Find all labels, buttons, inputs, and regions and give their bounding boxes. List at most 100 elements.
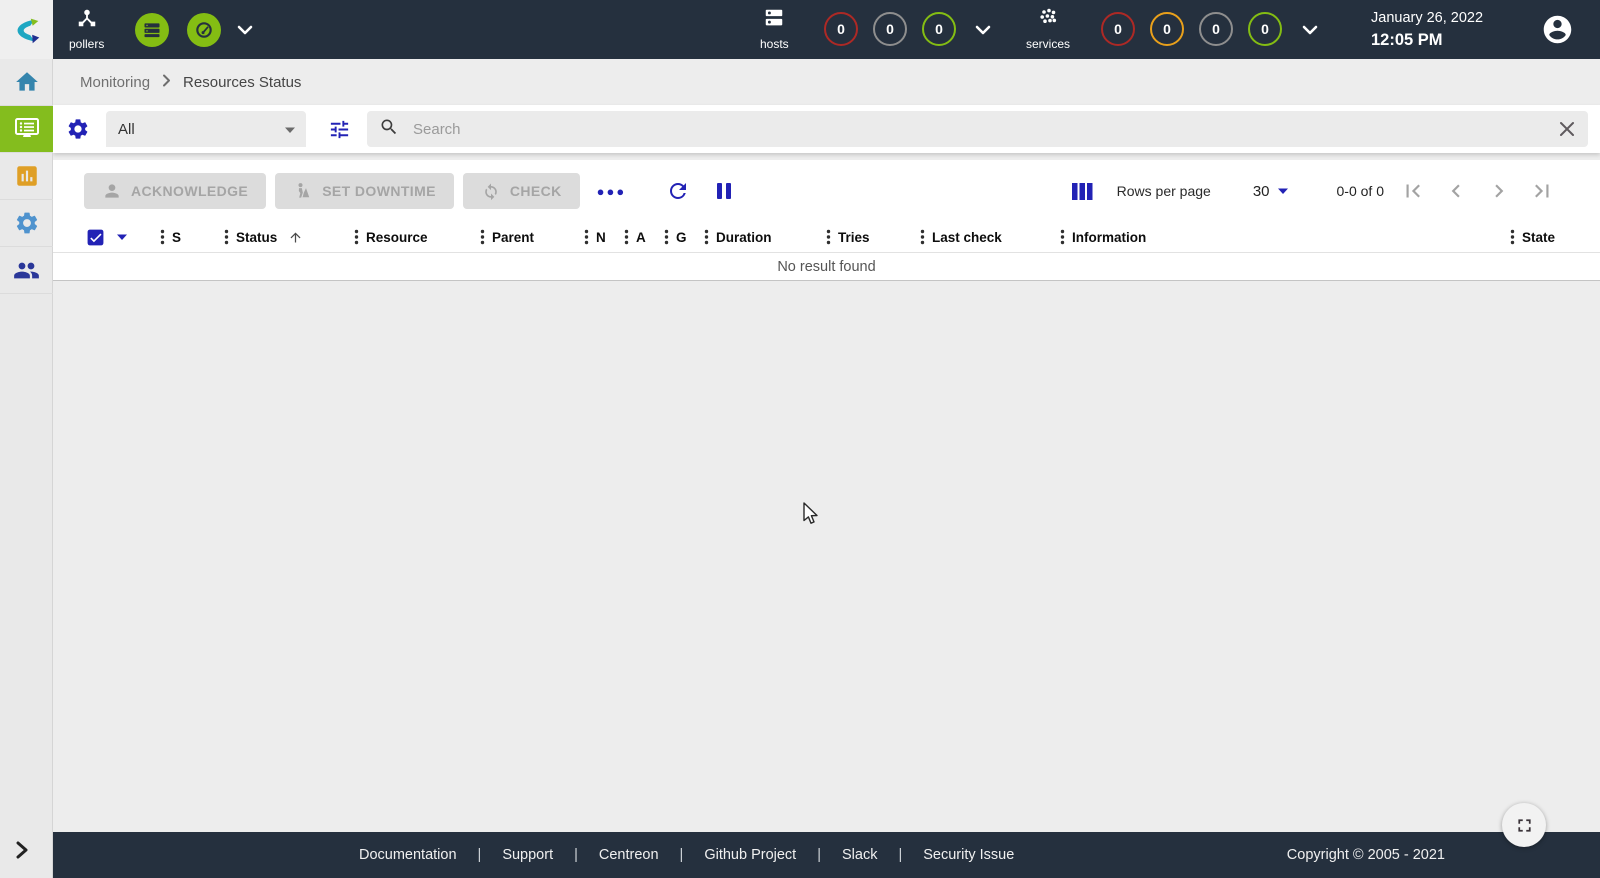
sidebar-expand-chevron-icon[interactable]: [14, 841, 30, 864]
user-profile-button[interactable]: [1541, 13, 1574, 51]
set-downtime-button[interactable]: SET DOWNTIME: [275, 173, 454, 209]
drag-handle-icon[interactable]: [826, 229, 831, 245]
gear-icon: [14, 210, 40, 236]
drag-handle-icon[interactable]: [480, 229, 485, 245]
current-date: January 26, 2022: [1371, 9, 1483, 29]
gauge-icon: [194, 20, 214, 40]
pollers-label: pollers: [69, 37, 104, 51]
column-header-last-check[interactable]: Last check: [920, 229, 1060, 245]
recheck-icon: [481, 181, 501, 201]
poller-list-button[interactable]: [135, 13, 169, 47]
acknowledge-label: ACKNOWLEDGE: [131, 183, 248, 199]
pollers-expand-chevron-icon[interactable]: [237, 22, 253, 40]
drag-handle-icon[interactable]: [920, 229, 925, 245]
hosts-label: hosts: [760, 37, 789, 51]
mouse-cursor: [803, 502, 821, 531]
rows-per-page-label: Rows per page: [1117, 183, 1211, 199]
services-icon: [1037, 7, 1059, 34]
poller-latency-button[interactable]: [187, 13, 221, 47]
hosts-up-badge[interactable]: 0: [922, 12, 956, 46]
bar-chart-icon: [14, 163, 40, 189]
resources-listing: ACKNOWLEDGE SET DOWNTIME CHECK ●●● Rows: [53, 160, 1600, 281]
breadcrumb-monitoring[interactable]: Monitoring: [80, 74, 150, 91]
drag-handle-icon[interactable]: [160, 229, 165, 245]
clear-search-icon[interactable]: [1558, 120, 1576, 138]
resources-status-screen: pollers hosts 0 0 0 services: [0, 0, 1600, 878]
last-page-button[interactable]: [1529, 178, 1555, 204]
column-header-notes[interactable]: N: [584, 229, 624, 245]
select-all-checkbox[interactable]: [86, 228, 105, 247]
set-downtime-label: SET DOWNTIME: [322, 183, 436, 199]
hosts-menu[interactable]: hosts: [760, 7, 789, 51]
hosts-expand-chevron-icon[interactable]: [975, 22, 991, 40]
services-warning-badge[interactable]: 0: [1150, 12, 1184, 46]
footer-link-security-issue[interactable]: Security Issue: [902, 847, 1035, 863]
drag-handle-icon[interactable]: [224, 229, 229, 245]
drag-handle-icon[interactable]: [704, 229, 709, 245]
chevron-right-icon: [162, 74, 171, 91]
column-header-severity[interactable]: S: [160, 229, 224, 245]
column-header-parent[interactable]: Parent: [480, 229, 584, 245]
services-critical-badge[interactable]: 0: [1101, 12, 1135, 46]
users-icon: [13, 257, 40, 284]
footer-link-slack[interactable]: Slack: [821, 847, 898, 863]
column-header-status[interactable]: Status: [224, 229, 354, 245]
services-ok-badge[interactable]: 0: [1248, 12, 1282, 46]
drag-handle-icon[interactable]: [584, 229, 589, 245]
advanced-filters-tune-icon[interactable]: [328, 118, 351, 141]
footer-link-centreon[interactable]: Centreon: [578, 847, 680, 863]
breadcrumb-resources-status[interactable]: Resources Status: [183, 74, 301, 91]
column-header-duration[interactable]: Duration: [704, 229, 826, 245]
search-field: [367, 111, 1588, 147]
pause-icon: [714, 181, 734, 201]
pause-autorefresh-button[interactable]: [714, 181, 734, 201]
services-pending-badge[interactable]: 0: [1199, 12, 1233, 46]
side-nav: [0, 0, 53, 878]
column-header-resource[interactable]: Resource: [354, 229, 480, 245]
footer-link-documentation[interactable]: Documentation: [338, 847, 478, 863]
footer-link-support[interactable]: Support: [481, 847, 574, 863]
monitoring-icon: [13, 115, 41, 143]
sidebar-item-configuration[interactable]: [0, 200, 53, 247]
column-header-information[interactable]: Information: [1060, 229, 1485, 245]
sidebar-item-monitoring[interactable]: [0, 106, 53, 153]
pollers-menu[interactable]: pollers: [69, 7, 104, 51]
drag-handle-icon[interactable]: [664, 229, 669, 245]
footer-link-github-project[interactable]: Github Project: [683, 847, 817, 863]
sidebar-item-reporting[interactable]: [0, 153, 53, 200]
select-menu-caret-icon[interactable]: [116, 233, 128, 241]
more-actions-icon[interactable]: ●●●: [597, 184, 627, 199]
current-time: 12:05 PM: [1371, 29, 1483, 51]
refresh-button[interactable]: [666, 179, 690, 203]
refresh-icon: [666, 179, 690, 203]
edit-columns-button[interactable]: [1072, 182, 1093, 201]
drag-handle-icon[interactable]: [1060, 229, 1065, 245]
drag-handle-icon[interactable]: [354, 229, 359, 245]
column-header-tries[interactable]: Tries: [826, 229, 920, 245]
check-button[interactable]: CHECK: [463, 173, 580, 209]
rows-per-page-select[interactable]: 30: [1253, 183, 1289, 200]
drag-handle-icon[interactable]: [624, 229, 629, 245]
search-input[interactable]: [411, 120, 1546, 139]
pagination-range: 0-0 of 0: [1337, 183, 1384, 199]
sidebar-item-administration[interactable]: [0, 247, 53, 294]
filter-scope-select[interactable]: All: [106, 111, 306, 147]
filter-settings-gear-icon[interactable]: [66, 117, 90, 141]
fullscreen-button[interactable]: [1502, 803, 1546, 847]
clock: January 26, 2022 12:05 PM: [1371, 9, 1483, 51]
previous-page-button[interactable]: [1443, 178, 1469, 204]
next-page-button[interactable]: [1486, 178, 1512, 204]
first-page-button[interactable]: [1400, 178, 1426, 204]
services-expand-chevron-icon[interactable]: [1302, 22, 1318, 40]
sidebar-item-home[interactable]: [0, 59, 53, 106]
acknowledge-button[interactable]: ACKNOWLEDGE: [84, 173, 266, 209]
centreon-logo[interactable]: [0, 0, 53, 59]
sort-ascending-arrow-icon: [288, 230, 303, 245]
column-header-state[interactable]: State: [1485, 229, 1555, 245]
drag-handle-icon[interactable]: [1510, 229, 1515, 245]
hosts-down-badge[interactable]: 0: [824, 12, 858, 46]
column-header-action[interactable]: A: [624, 229, 664, 245]
hosts-pending-badge[interactable]: 0: [873, 12, 907, 46]
services-menu[interactable]: services: [1026, 7, 1070, 51]
column-header-graph[interactable]: G: [664, 229, 704, 245]
